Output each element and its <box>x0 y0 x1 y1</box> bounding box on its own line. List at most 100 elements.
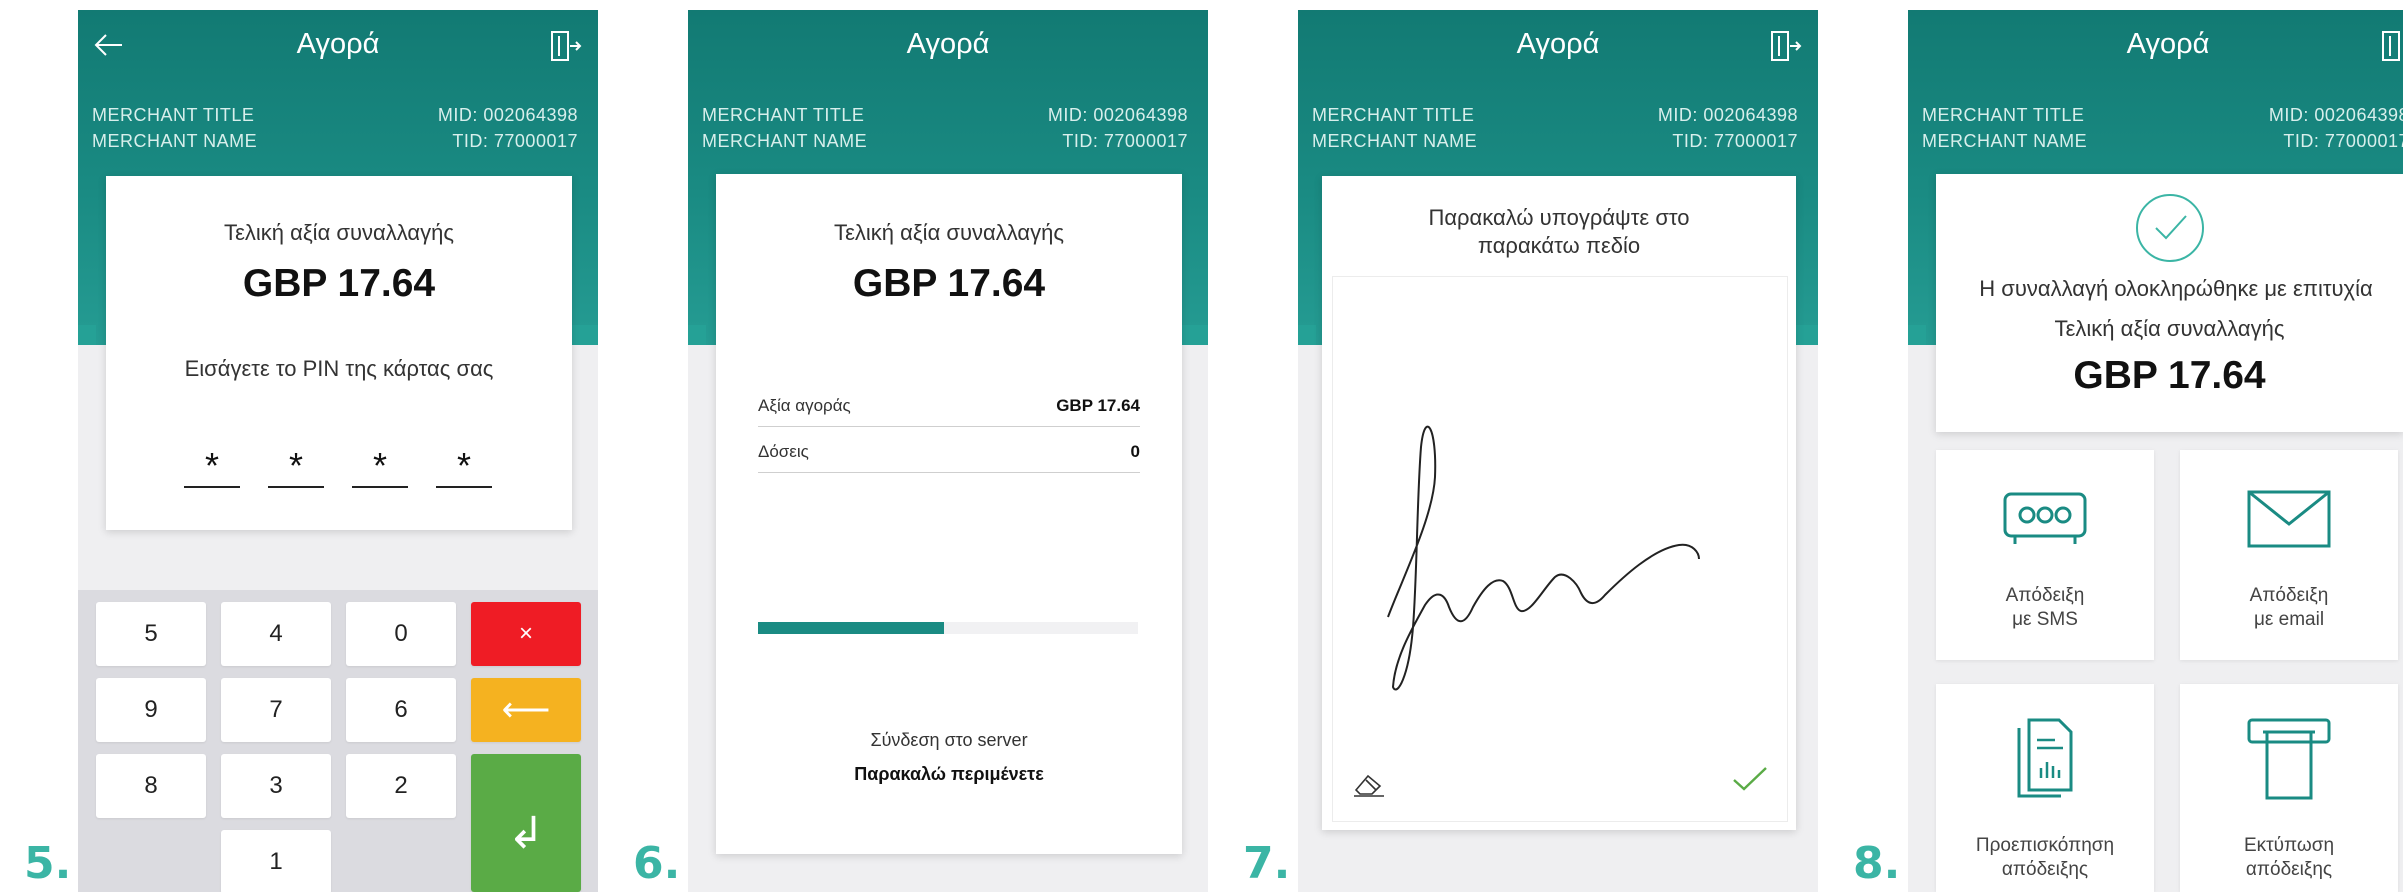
signature-pad[interactable] <box>1332 276 1788 822</box>
pin-digit: * <box>184 440 240 488</box>
header-ribbon <box>1180 325 1208 345</box>
purchase-value: GBP 17.64 <box>1056 396 1140 415</box>
preview-receipt-line1: Προεπισκόπηση <box>1975 835 2115 856</box>
page-title: Αγορά <box>1516 28 1600 60</box>
screen-success: Αγορά MERCHANT TITLE MERCHANT NAME MID: … <box>1908 10 2403 892</box>
terminal-id: TID: 77000017 <box>1672 131 1798 151</box>
signature-prompt-line2: παρακάτω πεδίο <box>1477 233 1641 258</box>
exit-door-icon[interactable] <box>1768 30 1802 62</box>
terminal-id: TID: 77000017 <box>452 131 578 151</box>
key-4[interactable]: 4 <box>221 602 331 666</box>
print-receipt-line2: απόδειξης <box>2245 859 2333 880</box>
terminal-info: MID: 002064398 TID: 77000017 <box>1048 102 1188 154</box>
key-5[interactable]: 5 <box>96 602 206 666</box>
pin-digit: * <box>436 440 492 488</box>
merchant-info: MERCHANT TITLE MERCHANT NAME <box>92 102 257 154</box>
merchant-name: MERCHANT NAME <box>92 131 258 151</box>
sms-receipt-line1: Απόδειξη <box>2005 585 2085 606</box>
amount-label: Τελική αξία συναλλαγής <box>224 220 454 245</box>
amount-value: GBP 17.64 <box>2073 354 2266 397</box>
key-3[interactable]: 3 <box>221 754 331 818</box>
preview-receipt-label: Προεπισκόπηση απόδειξης <box>1936 834 2154 882</box>
print-receipt-label: Εκτύπωση απόδειξης <box>2180 834 2398 882</box>
merchant-id: MID: 002064398 <box>1047 105 1188 125</box>
preview-receipt-line2: απόδειξης <box>2001 859 2089 880</box>
screen-signature: Αγορά MERCHANT TITLE MERCHANT NAME MID: … <box>1298 10 1818 892</box>
merchant-title: MERCHANT TITLE <box>1922 105 2085 125</box>
key-9[interactable]: 9 <box>96 678 206 742</box>
key-8[interactable]: 8 <box>96 754 206 818</box>
header-ribbon <box>1298 325 1316 345</box>
eraser-icon[interactable] <box>1350 768 1390 798</box>
sms-receipt-tile[interactable]: Απόδειξη με SMS <box>1936 450 2154 660</box>
sms-receipt-line2: με SMS <box>2012 609 2078 630</box>
merchant-name: MERCHANT NAME <box>702 131 868 151</box>
key-7[interactable]: 7 <box>221 678 331 742</box>
print-receipt-line1: Εκτύπωση <box>2243 835 2335 856</box>
merchant-id: MID: 002064398 <box>437 105 578 125</box>
merchant-info: MERCHANT TITLE MERCHANT NAME <box>1312 102 1477 154</box>
confirm-check-icon[interactable] <box>1730 764 1770 794</box>
merchant-title: MERCHANT TITLE <box>1312 105 1475 125</box>
divider <box>758 472 1140 473</box>
progress-track <box>758 622 1138 634</box>
signature-card: Παρακαλώ υπογράψτε στο παρακάτω πεδίο <box>1322 176 1796 830</box>
email-receipt-tile[interactable]: Απόδειξη με email <box>2180 450 2398 660</box>
merchant-info: MERCHANT TITLE MERCHANT NAME <box>1922 102 2087 154</box>
terminal-info: MID: 002064398 TID: 77000017 <box>438 102 578 154</box>
merchant-id: MID: 002064398 <box>1657 105 1798 125</box>
print-receipt-tile[interactable]: Εκτύπωση απόδειξης <box>2180 684 2398 892</box>
terminal-info: MID: 002064398 TID: 77000017 <box>2269 102 2403 154</box>
receipt-preview-icon <box>2017 718 2073 798</box>
preview-receipt-tile[interactable]: Προεπισκόπηση απόδειξης <box>1936 684 2154 892</box>
pin-prompt: Εισάγετε το PIN της κάρτας σας <box>184 356 494 381</box>
key-1[interactable]: 1 <box>221 830 331 892</box>
pin-digit: * <box>352 440 408 488</box>
result-card: Η συναλλαγή ολοκληρώθηκε με επιτυχία Τελ… <box>1936 174 2403 432</box>
exit-door-icon[interactable] <box>548 30 582 62</box>
sms-receipt-label: Απόδειξη με SMS <box>1936 584 2154 632</box>
signature-prompt: Παρακαλώ υπογράψτε στο παρακάτω πεδίο <box>1322 204 1796 260</box>
backspace-key[interactable]: ⟵ <box>471 678 581 742</box>
merchant-title: MERCHANT TITLE <box>702 105 865 125</box>
summary-card: Τελική αξία συναλλαγής GBP 17.64 Αξία αγ… <box>716 174 1182 854</box>
merchant-name: MERCHANT NAME <box>1922 131 2088 151</box>
enter-key[interactable]: ↲ <box>471 754 581 892</box>
screen-connecting: Αγορά MERCHANT TITLE MERCHANT NAME MID: … <box>688 10 1208 892</box>
amount-value: GBP 17.64 <box>852 262 1046 305</box>
signature-stroke <box>1387 425 1700 691</box>
signature-prompt-line1: Παρακαλώ υπογράψτε στο <box>1428 205 1690 230</box>
email-receipt-label: Απόδειξη με email <box>2180 584 2398 632</box>
screen-pin-entry: Αγορά MERCHANT TITLE MERCHANT NAME MID: … <box>78 10 598 892</box>
page-title: Αγορά <box>906 28 990 60</box>
header-ribbon <box>1908 325 1926 345</box>
exit-door-icon[interactable] <box>2379 30 2403 62</box>
key-2[interactable]: 2 <box>346 754 456 818</box>
step-number-7: 7. <box>1243 838 1291 889</box>
terminal-id: TID: 77000017 <box>2283 131 2403 151</box>
purchase-value-label: Αξία αγοράς <box>758 396 851 415</box>
divider <box>758 426 1140 427</box>
cancel-key[interactable]: × <box>471 602 581 666</box>
terminal-id: TID: 77000017 <box>1062 131 1188 151</box>
progress-fill <box>758 622 945 634</box>
merchant-name: MERCHANT NAME <box>1312 131 1478 151</box>
success-check-icon <box>2136 194 2204 262</box>
page-title: Αγορά <box>296 28 380 60</box>
key-0[interactable]: 0 <box>346 602 456 666</box>
please-wait: Παρακαλώ περιμένετε <box>854 764 1044 784</box>
header-ribbon <box>570 325 598 345</box>
pin-digit: * <box>268 440 324 488</box>
printer-icon <box>2247 718 2331 800</box>
installments-label: Δόσεις <box>758 442 809 461</box>
step-number-8: 8. <box>1853 838 1901 889</box>
success-message: Η συναλλαγή ολοκληρώθηκε με επιτυχία <box>1979 276 2373 301</box>
merchant-info: MERCHANT TITLE MERCHANT NAME <box>702 102 867 154</box>
header-ribbon <box>688 325 706 345</box>
email-receipt-line1: Απόδειξη <box>2249 585 2329 606</box>
merchant-id: MID: 002064398 <box>2268 105 2403 125</box>
terminal-info: MID: 002064398 TID: 77000017 <box>1658 102 1798 154</box>
amount-label: Τελική αξία συναλλαγής <box>2054 316 2285 341</box>
connection-status: Σύνδεση στο server <box>870 730 1028 750</box>
key-6[interactable]: 6 <box>346 678 456 742</box>
